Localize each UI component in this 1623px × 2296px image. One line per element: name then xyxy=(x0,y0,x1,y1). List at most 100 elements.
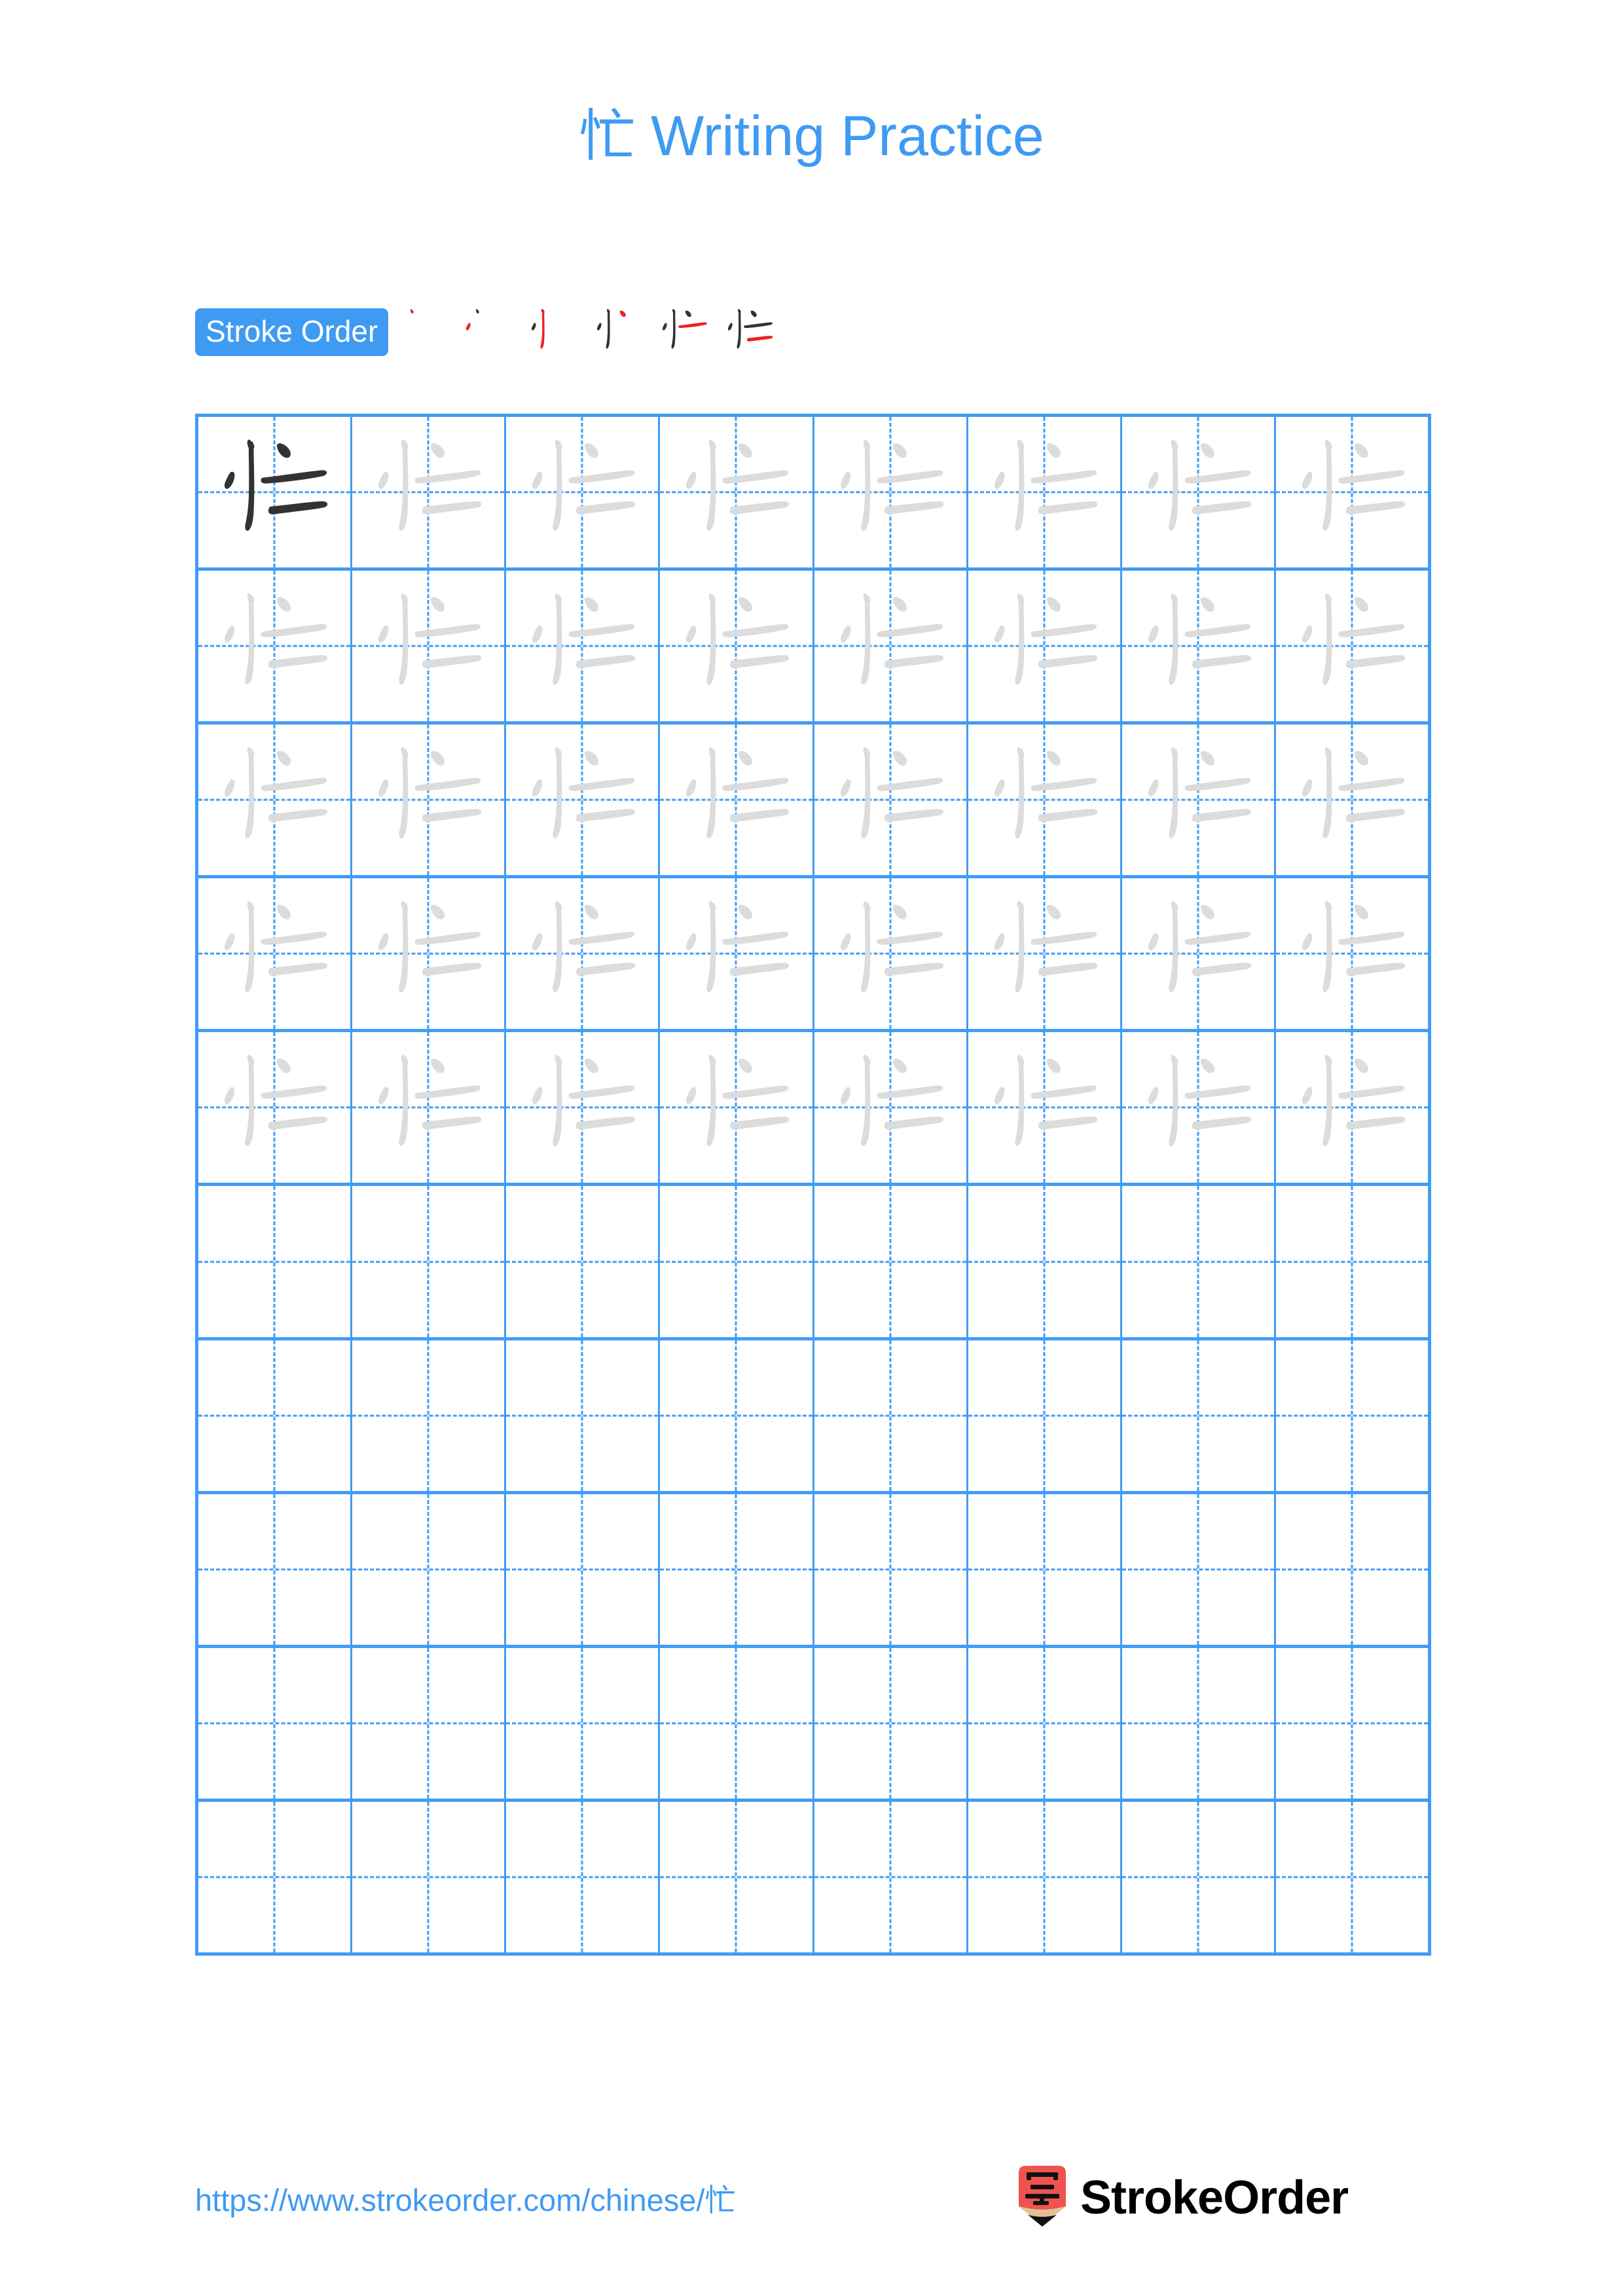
practice-cell-r5-c1[interactable] xyxy=(198,1032,353,1183)
stroke-4 xyxy=(431,443,445,458)
practice-cell-r9-c1[interactable] xyxy=(198,1647,353,1799)
practice-cell-r8-c1[interactable] xyxy=(198,1494,353,1645)
practice-cell-r4-c2[interactable] xyxy=(352,878,507,1030)
practice-cell-r6-c2[interactable] xyxy=(352,1186,507,1337)
stroke-4 xyxy=(739,597,753,612)
practice-cell-r3-c4[interactable] xyxy=(660,725,814,876)
practice-cell-r3-c6[interactable] xyxy=(968,725,1122,876)
practice-cell-r5-c2[interactable] xyxy=(352,1032,507,1183)
practice-cell-r9-c2[interactable] xyxy=(352,1647,507,1799)
practice-cell-r4-c8[interactable] xyxy=(1275,878,1428,1030)
practice-cell-r4-c1[interactable] xyxy=(198,878,353,1030)
practice-cell-r6-c7[interactable] xyxy=(1122,1186,1276,1337)
tracing-character-glyph xyxy=(968,878,1120,1029)
practice-cell-r1-c6[interactable] xyxy=(968,417,1122,568)
cell-vertical-guide xyxy=(889,1647,892,1799)
practice-cell-r2-c3[interactable] xyxy=(506,571,661,722)
practice-cell-r1-c2[interactable] xyxy=(352,417,507,568)
tracing-character-glyph xyxy=(814,878,966,1029)
stroke-4 xyxy=(1354,443,1368,458)
practice-cell-r9-c3[interactable] xyxy=(506,1647,661,1799)
practice-cell-r10-c2[interactable] xyxy=(352,1801,507,1952)
practice-cell-r8-c7[interactable] xyxy=(1122,1494,1276,1645)
practice-cell-r4-c5[interactable] xyxy=(814,878,968,1030)
practice-cell-r10-c6[interactable] xyxy=(968,1801,1122,1952)
practice-cell-r7-c6[interactable] xyxy=(968,1340,1122,1491)
practice-cell-r2-c1[interactable] xyxy=(198,571,353,722)
practice-cell-r2-c5[interactable] xyxy=(814,571,968,722)
practice-cell-r1-c5[interactable] xyxy=(814,417,968,568)
practice-cell-r10-c4[interactable] xyxy=(660,1801,814,1952)
practice-cell-r2-c7[interactable] xyxy=(1122,571,1276,722)
footer-brand: StrokeOrder xyxy=(1013,2161,1349,2234)
practice-cell-r6-c3[interactable] xyxy=(506,1186,661,1337)
practice-cell-r5-c3[interactable] xyxy=(506,1032,661,1183)
practice-cell-r2-c2[interactable] xyxy=(352,571,507,722)
stroke-4 xyxy=(685,310,692,317)
practice-cell-r3-c1[interactable] xyxy=(198,725,353,876)
practice-cell-r5-c5[interactable] xyxy=(814,1032,968,1183)
stroke-6 xyxy=(1345,1117,1405,1130)
practice-cell-r3-c3[interactable] xyxy=(506,725,661,876)
practice-cell-r8-c3[interactable] xyxy=(506,1494,661,1645)
practice-cell-r3-c5[interactable] xyxy=(814,725,968,876)
practice-cell-r7-c5[interactable] xyxy=(814,1340,968,1491)
practice-cell-r10-c1[interactable] xyxy=(198,1801,353,1952)
practice-cell-r7-c7[interactable] xyxy=(1122,1340,1276,1491)
cell-vertical-guide xyxy=(581,1801,583,1952)
practice-cell-r9-c8[interactable] xyxy=(1275,1647,1428,1799)
stroke-5 xyxy=(877,1085,943,1100)
practice-cell-r8-c4[interactable] xyxy=(660,1494,814,1645)
practice-cell-r1-c4[interactable] xyxy=(660,417,814,568)
practice-cell-r5-c8[interactable] xyxy=(1275,1032,1428,1183)
practice-cell-r3-c7[interactable] xyxy=(1122,725,1276,876)
practice-cell-r4-c4[interactable] xyxy=(660,878,814,1030)
practice-cell-r9-c6[interactable] xyxy=(968,1647,1122,1799)
practice-cell-r9-c5[interactable] xyxy=(814,1647,968,1799)
practice-cell-r6-c4[interactable] xyxy=(660,1186,814,1337)
practice-cell-r7-c4[interactable] xyxy=(660,1340,814,1491)
practice-cell-r4-c3[interactable] xyxy=(506,878,661,1030)
practice-cell-r1-c1[interactable] xyxy=(198,417,353,568)
practice-cell-r7-c3[interactable] xyxy=(506,1340,661,1491)
stroke-6 xyxy=(747,336,773,342)
practice-cell-r3-c2[interactable] xyxy=(352,725,507,876)
practice-cell-r10-c3[interactable] xyxy=(506,1801,661,1952)
practice-cell-r1-c8[interactable] xyxy=(1275,417,1428,568)
practice-cell-r10-c8[interactable] xyxy=(1275,1801,1428,1952)
stroke-5 xyxy=(1030,624,1097,637)
practice-cell-r3-c8[interactable] xyxy=(1275,725,1428,876)
cell-vertical-guide xyxy=(1043,1494,1046,1645)
footer-source-url[interactable]: https://www.strokeorder.com/chinese/忙 xyxy=(195,2185,735,2215)
practice-cell-r9-c7[interactable] xyxy=(1122,1647,1276,1799)
stroke-order-stage-1 xyxy=(390,299,455,365)
practice-cell-r5-c7[interactable] xyxy=(1122,1032,1276,1183)
practice-cell-r8-c2[interactable] xyxy=(352,1494,507,1645)
practice-cell-r4-c6[interactable] xyxy=(968,878,1122,1030)
practice-cell-r9-c4[interactable] xyxy=(660,1647,814,1799)
practice-cell-r10-c7[interactable] xyxy=(1122,1801,1276,1952)
practice-cell-r5-c6[interactable] xyxy=(968,1032,1122,1183)
practice-cell-r7-c2[interactable] xyxy=(352,1340,507,1491)
practice-cell-r2-c8[interactable] xyxy=(1275,571,1428,722)
practice-cell-r6-c1[interactable] xyxy=(198,1186,353,1337)
practice-cell-r6-c5[interactable] xyxy=(814,1186,968,1337)
practice-cell-r6-c8[interactable] xyxy=(1275,1186,1428,1337)
practice-cell-r8-c6[interactable] xyxy=(968,1494,1122,1645)
practice-cell-r4-c7[interactable] xyxy=(1122,878,1276,1030)
practice-cell-r2-c4[interactable] xyxy=(660,571,814,722)
cell-horizontal-guide xyxy=(814,1568,966,1571)
practice-cell-r1-c3[interactable] xyxy=(506,417,661,568)
practice-cell-r1-c7[interactable] xyxy=(1122,417,1276,568)
stroke-3 xyxy=(860,1056,870,1147)
practice-cell-r5-c4[interactable] xyxy=(660,1032,814,1183)
practice-cell-r2-c6[interactable] xyxy=(968,571,1122,722)
practice-cell-r10-c5[interactable] xyxy=(814,1801,968,1952)
practice-cell-r8-c5[interactable] xyxy=(814,1494,968,1645)
practice-cell-r7-c8[interactable] xyxy=(1275,1340,1428,1491)
practice-cell-r6-c6[interactable] xyxy=(968,1186,1122,1337)
practice-cell-r7-c1[interactable] xyxy=(198,1340,353,1491)
practice-cell-r8-c8[interactable] xyxy=(1275,1494,1428,1645)
cell-vertical-guide xyxy=(1197,1186,1199,1337)
stroke-2 xyxy=(1148,625,1159,643)
